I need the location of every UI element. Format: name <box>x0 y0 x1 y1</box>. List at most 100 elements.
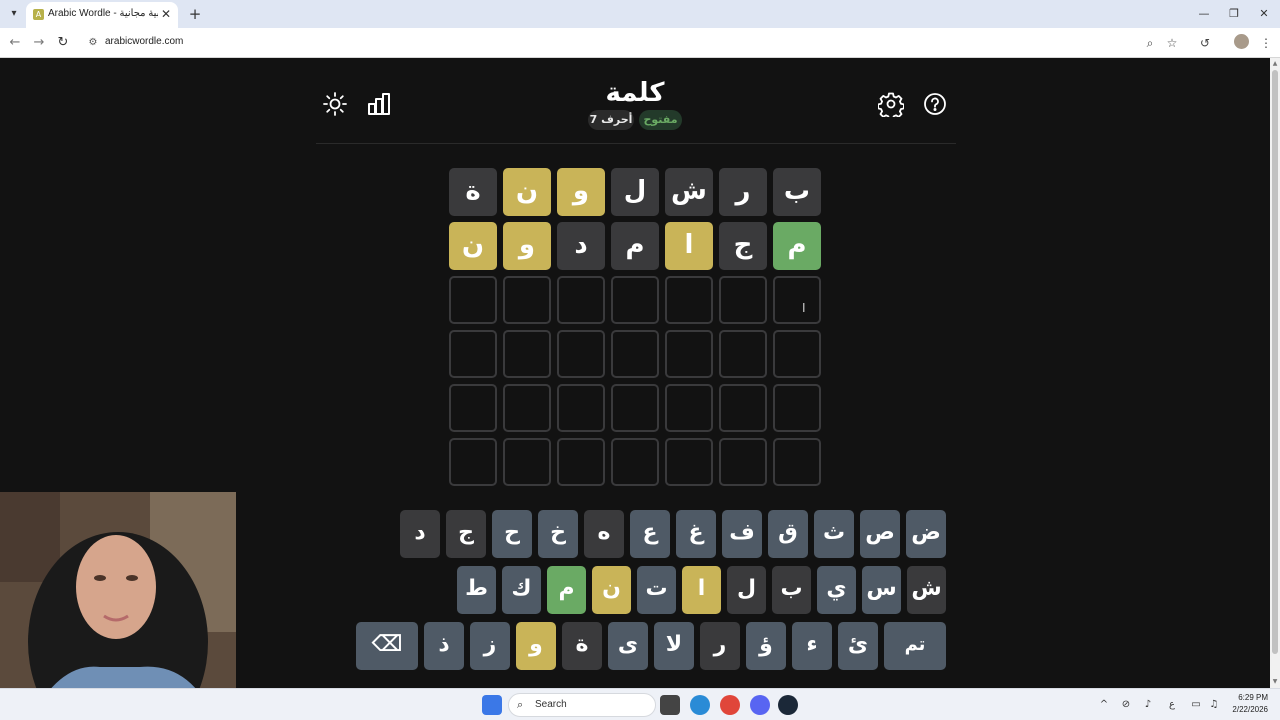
edge-icon[interactable] <box>690 695 710 715</box>
key-default[interactable]: ك <box>502 566 541 614</box>
zoom-icon[interactable]: ⌕ <box>1141 34 1159 52</box>
key-default[interactable]: ح <box>492 510 532 558</box>
help-icon[interactable] <box>922 91 948 117</box>
tile-present: و <box>503 222 551 270</box>
network-icon[interactable]: ⊘ <box>1118 697 1134 713</box>
reload-icon[interactable]: ↻ <box>54 34 72 52</box>
scroll-up-icon[interactable]: ▲ <box>1271 60 1279 68</box>
tab-list-icon[interactable]: ▾ <box>6 6 22 22</box>
input-language[interactable]: ع <box>1164 697 1180 713</box>
tile-present: ن <box>503 168 551 216</box>
tile-empty <box>449 384 497 432</box>
key-default[interactable]: ق <box>768 510 808 558</box>
steam-icon[interactable] <box>778 695 798 715</box>
key-default[interactable]: ء <box>792 622 832 670</box>
status-badge: مفتوح <box>639 110 682 130</box>
tile-absent: د <box>557 222 605 270</box>
tile-empty <box>665 438 713 486</box>
tile-empty <box>665 384 713 432</box>
key-absent[interactable]: ش <box>907 566 946 614</box>
tile-empty <box>719 384 767 432</box>
restore-icon[interactable]: ❐ <box>1224 4 1244 24</box>
clock[interactable]: 6:29 PM 2/22/2026 <box>1226 692 1268 716</box>
forward-icon[interactable]: → <box>30 34 48 52</box>
key-default[interactable]: غ <box>676 510 716 558</box>
tile-absent: ل <box>611 168 659 216</box>
back-icon[interactable]: ← <box>6 34 24 52</box>
key-default[interactable]: ع <box>630 510 670 558</box>
window-close-icon[interactable]: ✕ <box>1254 4 1274 24</box>
url-text: arabicwordle.com <box>105 36 184 47</box>
volume-icon[interactable]: ♫ <box>1206 697 1222 713</box>
key-absent[interactable]: ة <box>562 622 602 670</box>
scrollbar[interactable]: ▲ ▼ <box>1270 58 1280 688</box>
sun-icon[interactable] <box>322 91 348 117</box>
tile-empty <box>503 384 551 432</box>
tile-empty <box>449 276 497 324</box>
key-absent[interactable]: د <box>400 510 440 558</box>
key-absent[interactable]: ج <box>446 510 486 558</box>
key-default[interactable]: ذ <box>424 622 464 670</box>
bookmark-star-icon[interactable]: ☆ <box>1163 34 1181 52</box>
page-title: كلمة <box>605 78 665 108</box>
history-icon[interactable]: ↺ <box>1196 34 1214 52</box>
header-divider <box>316 143 956 144</box>
key-default[interactable]: ؤ <box>746 622 786 670</box>
tile-absent: ج <box>719 222 767 270</box>
display-icon[interactable]: ▭ <box>1188 697 1204 713</box>
key-default[interactable]: س <box>862 566 901 614</box>
key-present[interactable]: ا <box>682 566 721 614</box>
key-default[interactable]: ط <box>457 566 496 614</box>
scroll-down-icon[interactable]: ▼ <box>1271 678 1279 686</box>
key-default[interactable]: ض <box>906 510 946 558</box>
address-bar[interactable]: ⚙ arabicwordle.com <box>80 31 1190 55</box>
tile-present: و <box>557 168 605 216</box>
key-default[interactable]: ص <box>860 510 900 558</box>
tile-empty <box>449 438 497 486</box>
key-default[interactable]: ف <box>722 510 762 558</box>
key-default[interactable]: خ <box>538 510 578 558</box>
key-default[interactable]: ى <box>608 622 648 670</box>
task-view-icon[interactable] <box>660 695 680 715</box>
profile-avatar[interactable] <box>1234 34 1249 49</box>
backspace-icon[interactable]: ⌫ <box>356 622 418 670</box>
key-default[interactable]: ي <box>817 566 856 614</box>
tile-empty <box>665 276 713 324</box>
taskbar-search[interactable]: ⌕ Search <box>508 693 656 717</box>
key-default[interactable]: ت <box>637 566 676 614</box>
key-present[interactable]: ن <box>592 566 631 614</box>
key-absent[interactable]: ر <box>700 622 740 670</box>
new-tab-icon[interactable]: + <box>186 5 204 23</box>
mic-icon[interactable]: ♪ <box>1140 697 1156 713</box>
stats-icon[interactable] <box>366 91 392 117</box>
site-info-icon[interactable]: ⚙ <box>86 36 100 50</box>
tab-close-icon[interactable]: ✕ <box>158 6 174 22</box>
scroll-thumb[interactable] <box>1272 70 1278 654</box>
menu-icon[interactable]: ⋮ <box>1257 34 1275 52</box>
enter-key[interactable]: تم <box>884 622 946 670</box>
key-default[interactable]: ئ <box>838 622 878 670</box>
settings-icon[interactable] <box>878 91 904 117</box>
tile-empty <box>557 276 605 324</box>
tile-empty <box>719 438 767 486</box>
key-absent[interactable]: ل <box>727 566 766 614</box>
tile-empty <box>503 438 551 486</box>
key-absent[interactable]: ب <box>772 566 811 614</box>
key-present[interactable]: و <box>516 622 556 670</box>
text-cursor-icon: I <box>802 301 806 315</box>
minimize-icon[interactable]: — <box>1194 4 1214 24</box>
tile-absent: م <box>611 222 659 270</box>
tile-present: ن <box>449 222 497 270</box>
key-default[interactable]: لا <box>654 622 694 670</box>
key-default[interactable]: ز <box>470 622 510 670</box>
chrome-icon[interactable] <box>720 695 740 715</box>
browser-tab[interactable]: A Arabic Wordle - كلمة: لعبة كلمات عربية… <box>26 2 178 28</box>
tile-empty <box>611 384 659 432</box>
key-default[interactable]: ث <box>814 510 854 558</box>
windows-start-icon[interactable] <box>482 695 502 715</box>
tile-empty <box>773 438 821 486</box>
key-correct[interactable]: م <box>547 566 586 614</box>
tray-overflow-icon[interactable]: ^ <box>1096 697 1112 713</box>
key-absent[interactable]: ه <box>584 510 624 558</box>
discord-icon[interactable] <box>750 695 770 715</box>
